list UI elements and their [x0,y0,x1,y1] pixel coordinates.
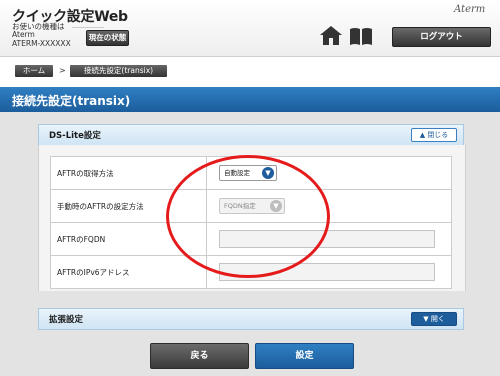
breadcrumb-current: 接続先設定(transix) [70,65,167,77]
manual-method-label: 手動時のAFTRの設定方法 [50,189,207,223]
brand-logo: Aterm [454,4,486,15]
table-row: AFTRのFQDN [50,222,452,256]
manual-method-select[interactable]: FQDN指定 ▼ [219,198,285,214]
collapse-label: 閉じる [427,131,449,139]
aftr-method-value: 自動設定 [224,169,250,177]
aftr-fqdn-label: AFTRのFQDN [50,222,207,256]
aftr-ipv6-input[interactable] [219,263,435,281]
expand-label: 開く [430,315,445,323]
table-row: 手動時のAFTRの設定方法 FQDN指定 ▼ [50,189,452,223]
chevron-down-icon: ▼ [262,167,274,179]
manual-book-icon[interactable] [349,27,373,49]
header-bar: クイック設定Web お使いの機種は Aterm ATERM-XXXXXX 現在の… [0,0,500,57]
ds-lite-settings-table: AFTRの取得方法 自動設定 ▼ 手動時のAFTRの設定方法 FQDN指定 ▼ AF… [50,156,452,289]
home-icon[interactable] [320,26,342,49]
page-title-bar: 接続先設定(transix) [0,87,500,112]
table-row: AFTRのIPv6アドレス [50,255,452,289]
chevron-up-icon: ▲ [419,131,426,139]
model-id: ATERM-XXXXXX [12,39,71,48]
breadcrumb-home-link[interactable]: ホーム [15,65,53,77]
back-button[interactable]: 戻る [150,343,249,369]
chevron-down-icon: ▼ [270,200,282,212]
ds-lite-section-title: DS-Lite設定 [49,131,101,141]
extended-section-header: 拡張設定 ▼ 開く [38,308,464,330]
aftr-fqdn-input[interactable] [219,230,435,248]
table-row: AFTRの取得方法 自動設定 ▼ [50,156,452,190]
model-info-divider [72,27,104,28]
current-status-button[interactable]: 現在の状態 [86,30,129,46]
breadcrumb-separator: > [59,66,66,75]
ds-lite-collapse-button[interactable]: ▲ 閉じる [411,128,457,142]
aftr-method-label: AFTRの取得方法 [50,156,207,190]
chevron-down-icon: ▼ [423,315,429,323]
extended-expand-button[interactable]: ▼ 開く [411,312,457,326]
model-name: Aterm [12,30,35,39]
aftr-ipv6-label: AFTRのIPv6アドレス [50,255,207,289]
page-title: 接続先設定(transix) [12,94,131,108]
aftr-method-select[interactable]: 自動設定 ▼ [219,165,277,181]
ds-lite-section-header: DS-Lite設定 ▲ 閉じる [38,124,464,146]
extended-section-title: 拡張設定 [49,315,84,325]
logout-button[interactable]: ログアウト [392,27,491,47]
save-button[interactable]: 設定 [255,343,354,369]
manual-method-value: FQDN指定 [224,202,256,210]
